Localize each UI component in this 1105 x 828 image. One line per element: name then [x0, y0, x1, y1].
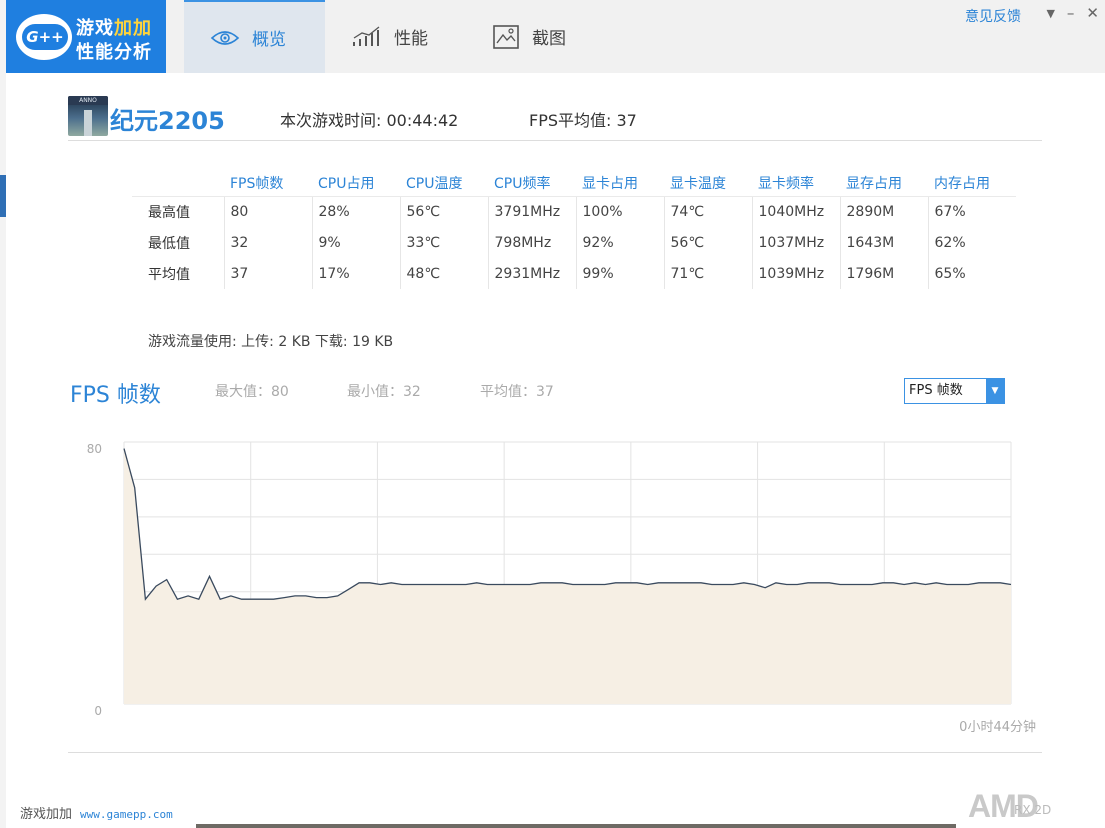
logo-line1: 游戏加加 — [76, 14, 152, 40]
y-tick-label: 0 — [94, 704, 102, 718]
table-cell: 3791MHz — [487, 196, 576, 227]
feedback-link[interactable]: 意见反馈 — [965, 6, 1021, 26]
footer-brand: 游戏加加 www.gamepp.com — [20, 803, 173, 822]
stats-header-row: FPS帧数 CPU占用 CPU温度 CPU频率 显卡占用 显卡温度 显卡频率 显… — [132, 170, 1016, 197]
footer-brand-name: 游戏加加 — [20, 807, 73, 822]
col-header: CPU温度 — [400, 170, 488, 197]
minimize-icon[interactable]: – — [1067, 4, 1075, 24]
chart-title: FPS 帧数 — [70, 383, 161, 408]
table-row: 最高值 80 28% 56℃ 3791MHz 100% 74℃ 1040MHz … — [132, 196, 1016, 227]
screenshot-icon — [493, 24, 519, 49]
logo-line1-a: 游戏 — [76, 18, 114, 39]
table-cell: 2931MHz — [487, 258, 576, 289]
table-cell: 56℃ — [399, 196, 488, 227]
table-cell: 99% — [575, 258, 664, 289]
fps-area — [124, 448, 1011, 704]
table-cell: 1037MHz — [751, 227, 840, 258]
game-title: 纪元2205 — [110, 107, 225, 135]
table-cell: 37 — [223, 258, 312, 289]
table-cell: 1643M — [839, 227, 928, 258]
col-header: 显卡频率 — [752, 170, 840, 197]
app-logo: G++ 游戏加加 性能分析 — [6, 0, 166, 73]
table-row: 平均值 37 17% 48℃ 2931MHz 99% 71℃ 1039MHz 1… — [132, 258, 1016, 289]
tab-overview[interactable]: 概览 — [184, 0, 325, 73]
stats-table: FPS帧数 CPU占用 CPU温度 CPU频率 显卡占用 显卡温度 显卡频率 显… — [132, 170, 1016, 289]
table-cell: 17% — [311, 258, 400, 289]
tab-screenshot[interactable]: 截图 — [466, 0, 596, 73]
table-cell: 56℃ — [663, 227, 752, 258]
table-cell: 48℃ — [399, 258, 488, 289]
row-label: 平均值 — [148, 266, 190, 283]
table-cell: 92% — [575, 227, 664, 258]
table-cell: 65% — [927, 258, 1016, 289]
table-cell: 71℃ — [663, 258, 752, 289]
tab-performance-label: 性能 — [394, 29, 428, 49]
logo-badge-icon: G++ — [16, 14, 72, 60]
metric-select[interactable]: FPS 帧数 ▼ — [904, 378, 1005, 404]
logo-line1-b: 加加 — [114, 18, 152, 39]
table-cell: 2890M — [839, 196, 928, 227]
divider — [68, 140, 1042, 141]
x-end-label: 0小时44分钟 — [959, 719, 1036, 735]
col-header: CPU占用 — [312, 170, 400, 197]
col-header: CPU频率 — [488, 170, 576, 197]
eye-icon — [210, 30, 240, 45]
chevron-down-icon[interactable]: ▼ — [986, 379, 1004, 403]
table-row: 最低值 32 9% 33℃ 798MHz 92% 56℃ 1037MHz 164… — [132, 227, 1016, 258]
col-header: 显存占用 — [840, 170, 928, 197]
traffic-usage: 游戏流量使用: 上传: 2 KB 下载: 19 KB — [148, 334, 394, 350]
chart-max: 最大值：80 — [215, 384, 289, 400]
table-cell: 1039MHz — [751, 258, 840, 289]
y-tick-label: 80 — [87, 442, 102, 456]
stats-corner — [132, 170, 224, 197]
tab-screenshot-label: 截图 — [532, 29, 566, 49]
close-icon[interactable]: ✕ — [1086, 4, 1099, 24]
table-cell: 33℃ — [399, 227, 488, 258]
tab-performance[interactable]: 性能 — [326, 0, 456, 73]
divider — [68, 752, 1042, 753]
table-cell: 28% — [311, 196, 400, 227]
metric-select-value: FPS 帧数 — [909, 383, 963, 398]
game-thumbnail-text: ANNO — [68, 96, 108, 105]
window-header: G++ 游戏加加 性能分析 概览 性能 截图 意见反馈 ▼ – ✕ — [6, 0, 1105, 73]
row-label: 最低值 — [148, 235, 190, 252]
play-time: 本次游戏时间: 00:44:42 — [280, 111, 459, 130]
game-thumbnail-art — [84, 110, 92, 136]
footer-url[interactable]: www.gamepp.com — [80, 808, 173, 821]
table-cell: 1040MHz — [751, 196, 840, 227]
col-header: 内存占用 — [928, 170, 1016, 197]
table-cell: 1796M — [839, 258, 928, 289]
table-cell: 798MHz — [487, 227, 576, 258]
window-controls: ▼ – ✕ — [1046, 4, 1099, 24]
taskbar-fragment — [196, 824, 956, 828]
logo-badge-text: G++ — [22, 24, 68, 50]
menu-dropdown-icon[interactable]: ▼ — [1046, 4, 1054, 24]
table-cell: 74℃ — [663, 196, 752, 227]
bar-chart-icon — [353, 25, 380, 46]
table-cell: 67% — [927, 196, 1016, 227]
col-header: 显卡占用 — [576, 170, 664, 197]
table-cell: 9% — [311, 227, 400, 258]
col-header: FPS帧数 — [224, 170, 312, 197]
chart-min: 最小值：32 — [347, 384, 421, 400]
table-cell: 100% — [575, 196, 664, 227]
game-thumbnail: ANNO — [68, 96, 108, 136]
table-cell: 32 — [223, 227, 312, 258]
amd-sub-label: RX 2D — [1014, 803, 1052, 817]
table-cell: 62% — [927, 227, 1016, 258]
fps-chart: 80 0 0小时44分钟 — [87, 441, 1036, 735]
table-cell: 80 — [223, 196, 312, 227]
col-header: 显卡温度 — [664, 170, 752, 197]
chart-avg: 平均值：37 — [480, 384, 554, 400]
row-label: 最高值 — [148, 204, 190, 221]
fps-average: FPS平均值: 37 — [529, 111, 637, 130]
tab-overview-label: 概览 — [252, 30, 286, 50]
fps-line — [123, 448, 1012, 601]
performance-window: G++ 游戏加加 性能分析 概览 性能 截图 意见反馈 ▼ – ✕ ANNO 纪… — [6, 0, 1105, 828]
logo-line2: 性能分析 — [76, 42, 152, 63]
